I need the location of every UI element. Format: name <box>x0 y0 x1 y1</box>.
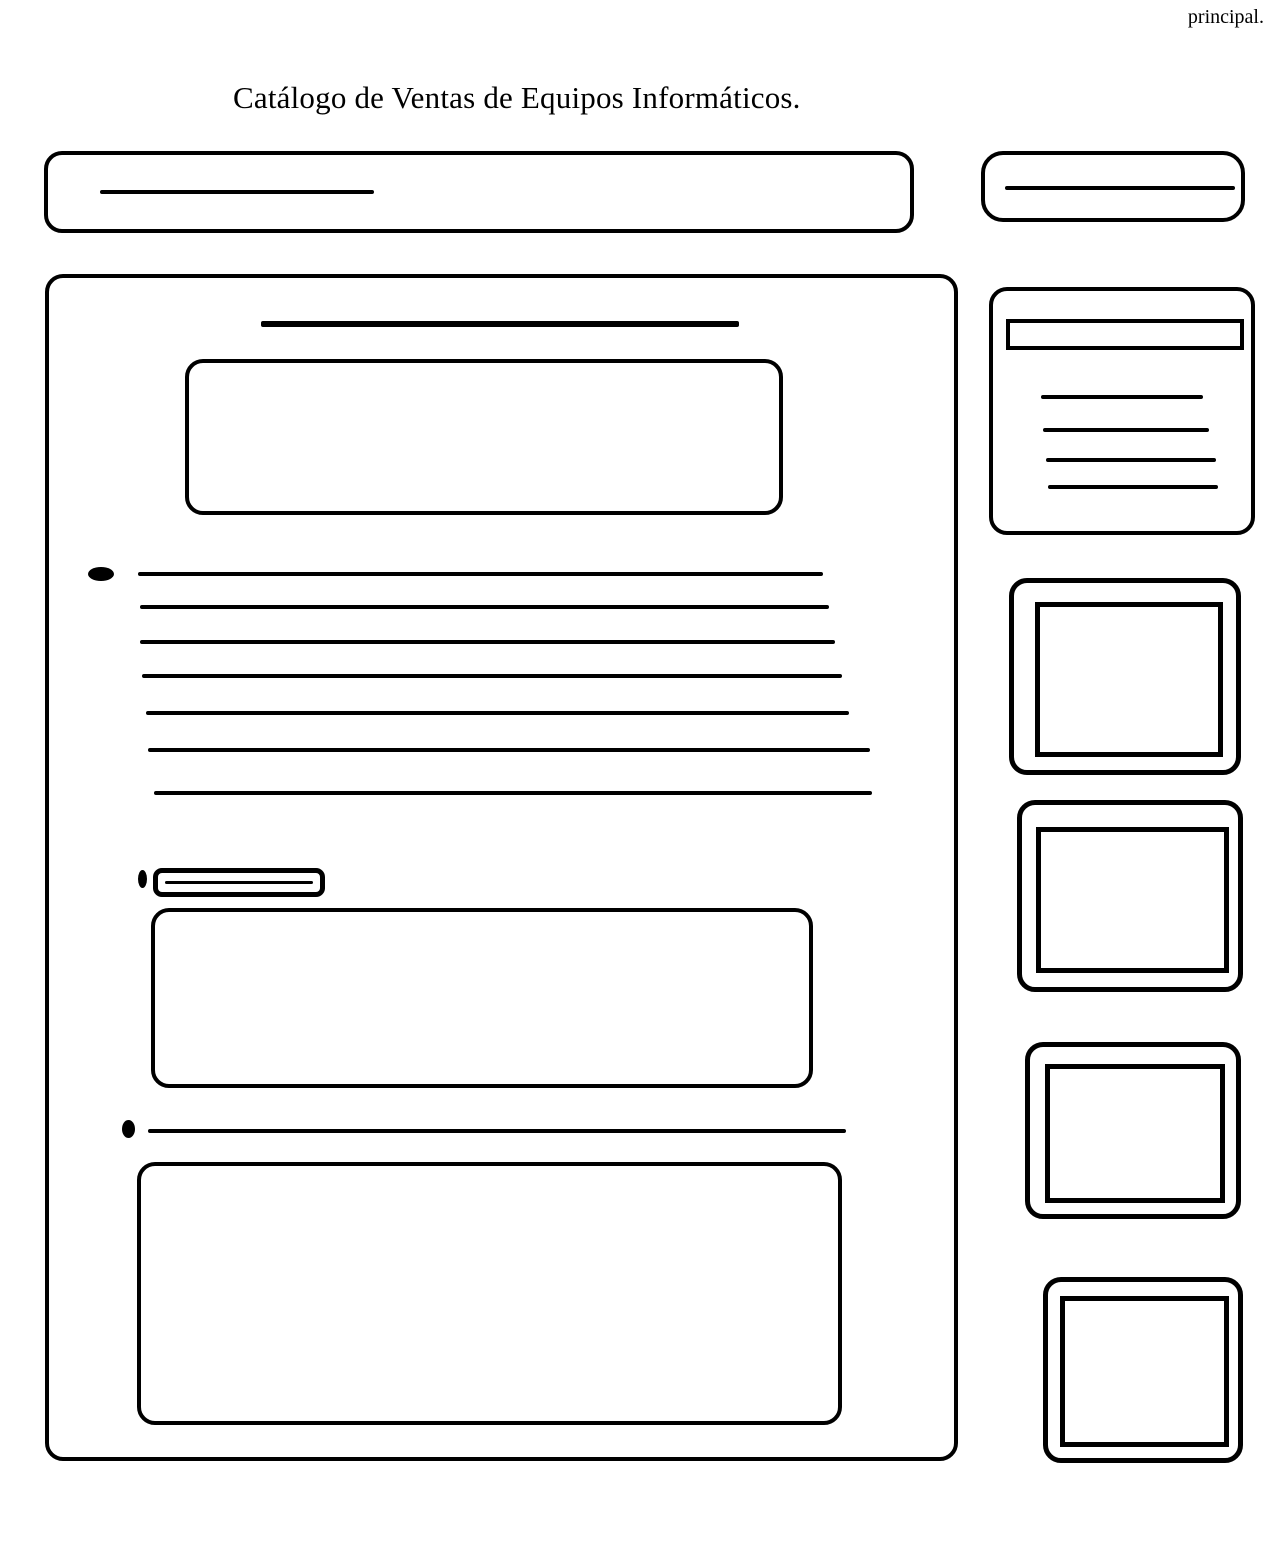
product-thumbnail-1[interactable] <box>1009 578 1241 775</box>
text-line <box>154 791 872 795</box>
corner-label: principal. <box>1187 6 1264 28</box>
bullet-icon <box>88 567 114 581</box>
thumbnail-image-frame <box>1060 1296 1229 1447</box>
text-line <box>148 748 870 752</box>
content-box-2 <box>137 1162 842 1425</box>
section-line <box>148 1129 846 1133</box>
text-line <box>138 572 823 576</box>
featured-image-box <box>185 359 783 515</box>
text-line <box>142 674 842 678</box>
main-content-panel <box>45 274 958 1461</box>
bullet-icon <box>122 1120 135 1138</box>
sidebar-menu-item[interactable] <box>1048 485 1218 489</box>
text-line <box>140 640 835 644</box>
thumbnail-image-frame <box>1036 827 1229 973</box>
sub-heading-pill[interactable] <box>153 868 325 897</box>
product-thumbnail-2[interactable] <box>1017 800 1243 992</box>
button-placeholder-line <box>1005 186 1235 190</box>
sidebar-menu-item[interactable] <box>1041 395 1203 399</box>
sidebar-menu-header <box>1006 319 1244 350</box>
banner-placeholder-line <box>100 190 374 194</box>
text-line <box>140 605 829 609</box>
sidebar-menu-item[interactable] <box>1046 458 1216 462</box>
pill-placeholder-line <box>165 881 313 884</box>
thumbnail-image-frame <box>1045 1064 1225 1203</box>
product-thumbnail-3[interactable] <box>1025 1042 1241 1219</box>
bullet-icon <box>138 870 147 888</box>
thumbnail-image-frame <box>1035 602 1223 757</box>
top-banner-bar[interactable] <box>44 151 914 233</box>
product-thumbnail-4[interactable] <box>1043 1277 1243 1463</box>
page-title: Catálogo de Ventas de Equipos Informátic… <box>233 80 801 115</box>
text-line <box>146 711 849 715</box>
section-heading-line <box>261 321 739 327</box>
sidebar-menu-item[interactable] <box>1043 428 1209 432</box>
content-box-1 <box>151 908 813 1088</box>
sidebar-menu-card <box>989 287 1255 535</box>
top-right-button[interactable] <box>981 151 1245 222</box>
